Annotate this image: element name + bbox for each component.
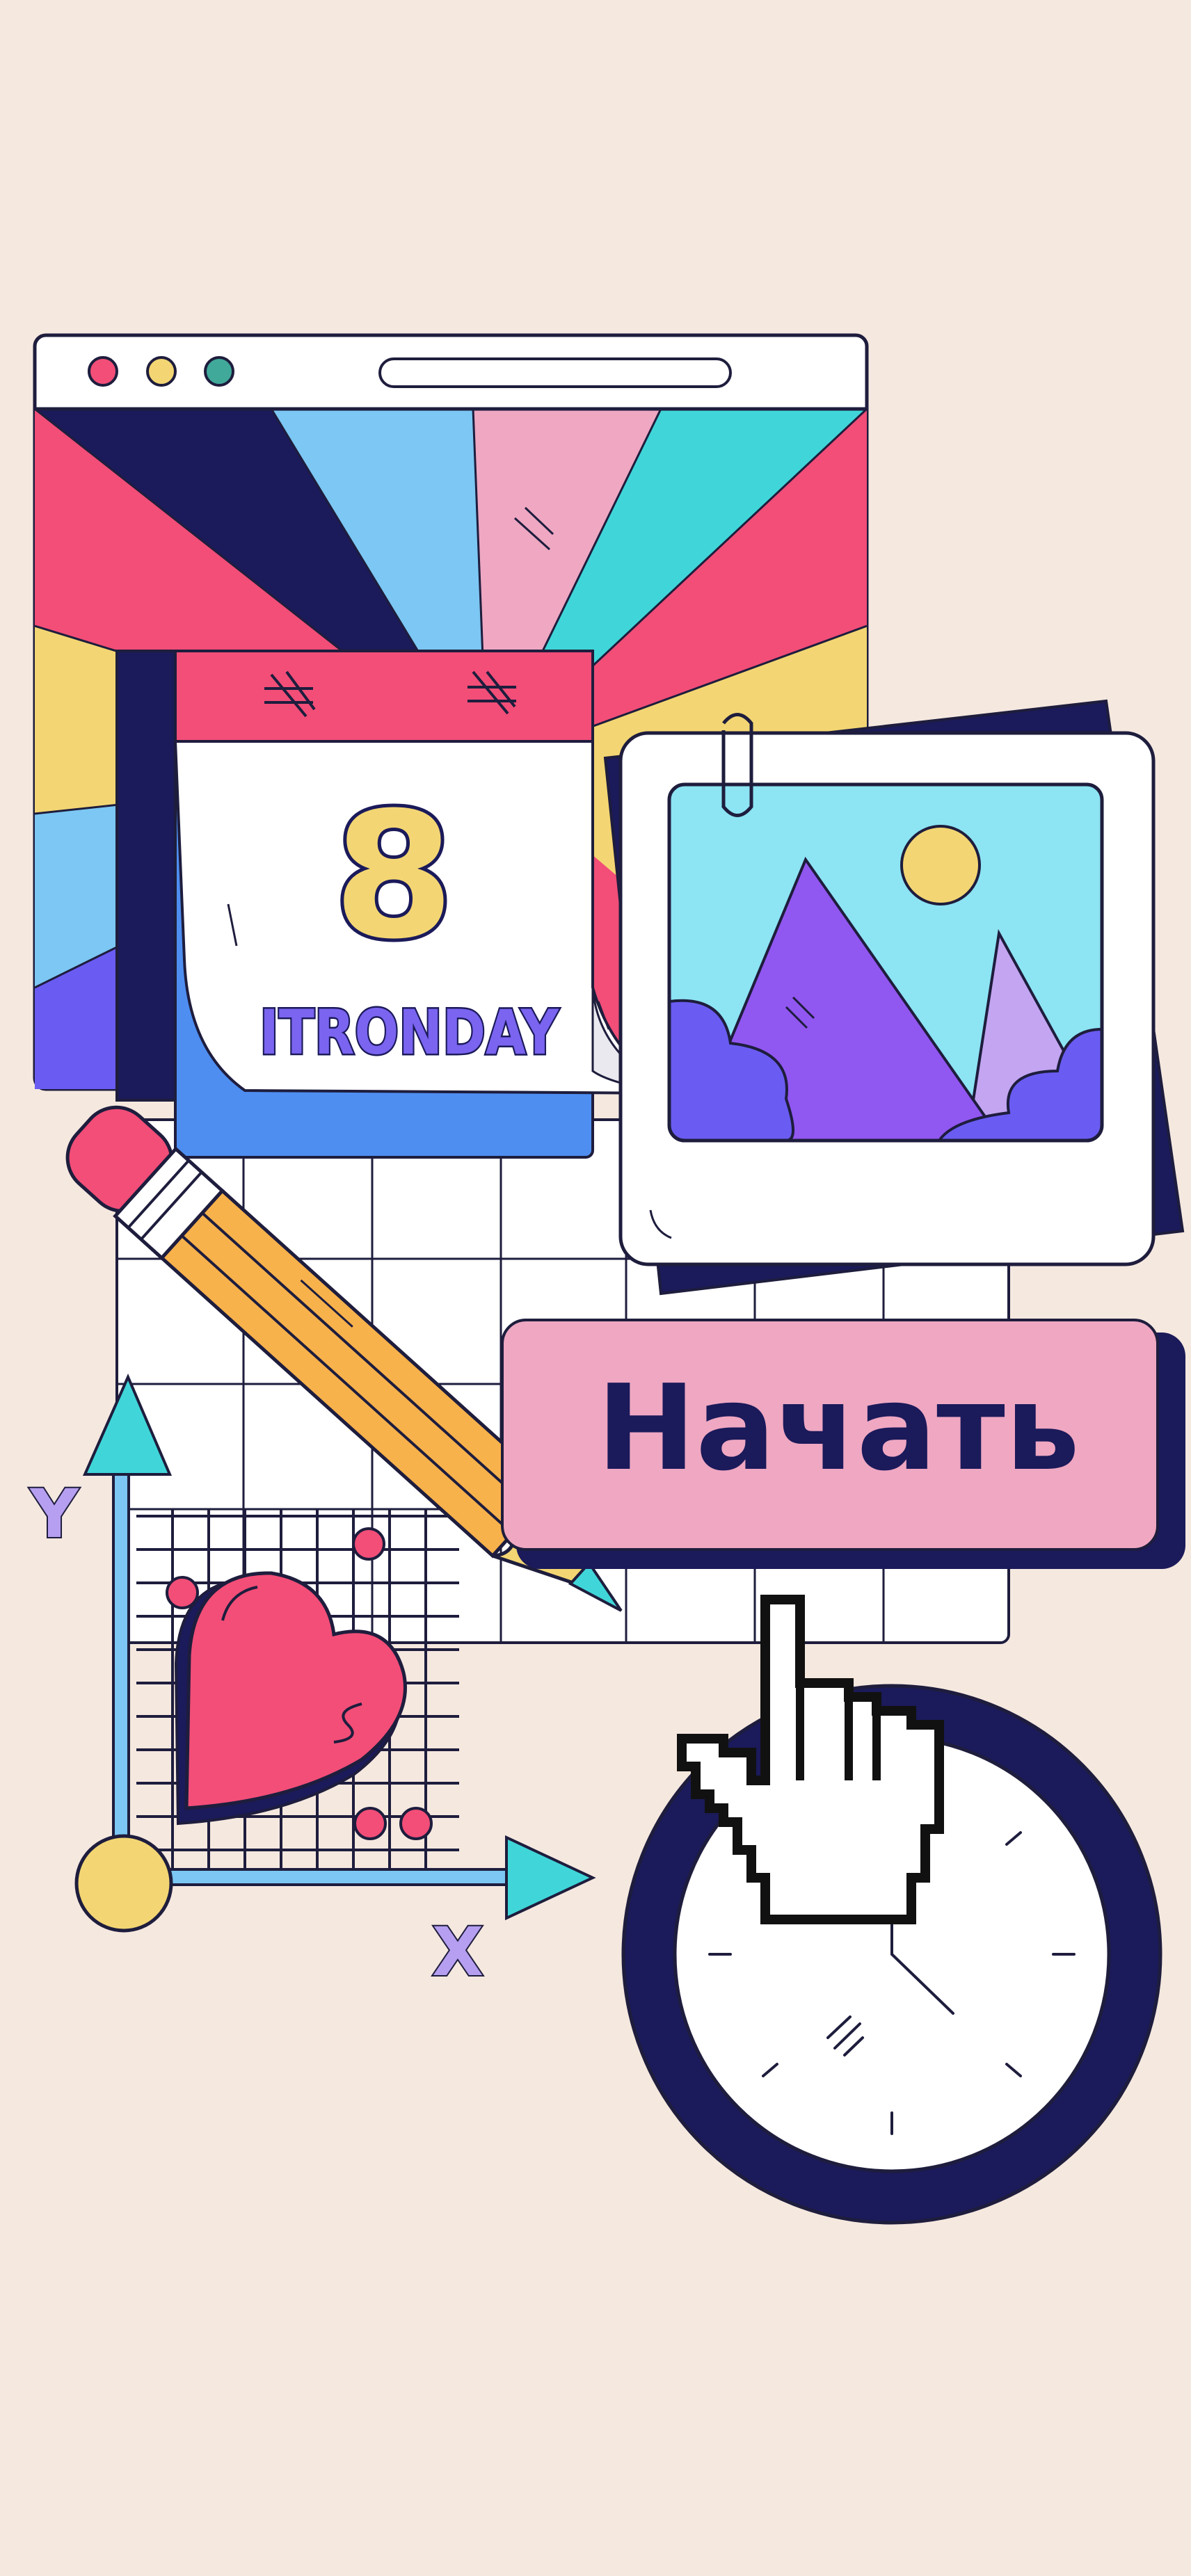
- window-maximize-dot: [204, 356, 234, 387]
- address-bar: [378, 357, 732, 388]
- y-axis-label: Y: [29, 1475, 79, 1553]
- start-button-label[interactable]: Начать: [597, 1360, 1080, 1497]
- calendar-weekday: ITRONDAY: [259, 997, 559, 1068]
- start-button[interactable]: Начать: [501, 1319, 1185, 1569]
- calendar-day-number: 8: [333, 775, 454, 977]
- calendar-icon: 8 ITRONDAY: [115, 650, 680, 1159]
- illustration-canvas: 8 ITRONDAY Y X Начать: [28, 333, 1185, 2225]
- x-axis-label: X: [432, 1913, 483, 1991]
- window-minimize-dot: [146, 356, 177, 387]
- window-close-dot: [88, 356, 118, 387]
- photo-frame-icon: [603, 699, 1185, 1296]
